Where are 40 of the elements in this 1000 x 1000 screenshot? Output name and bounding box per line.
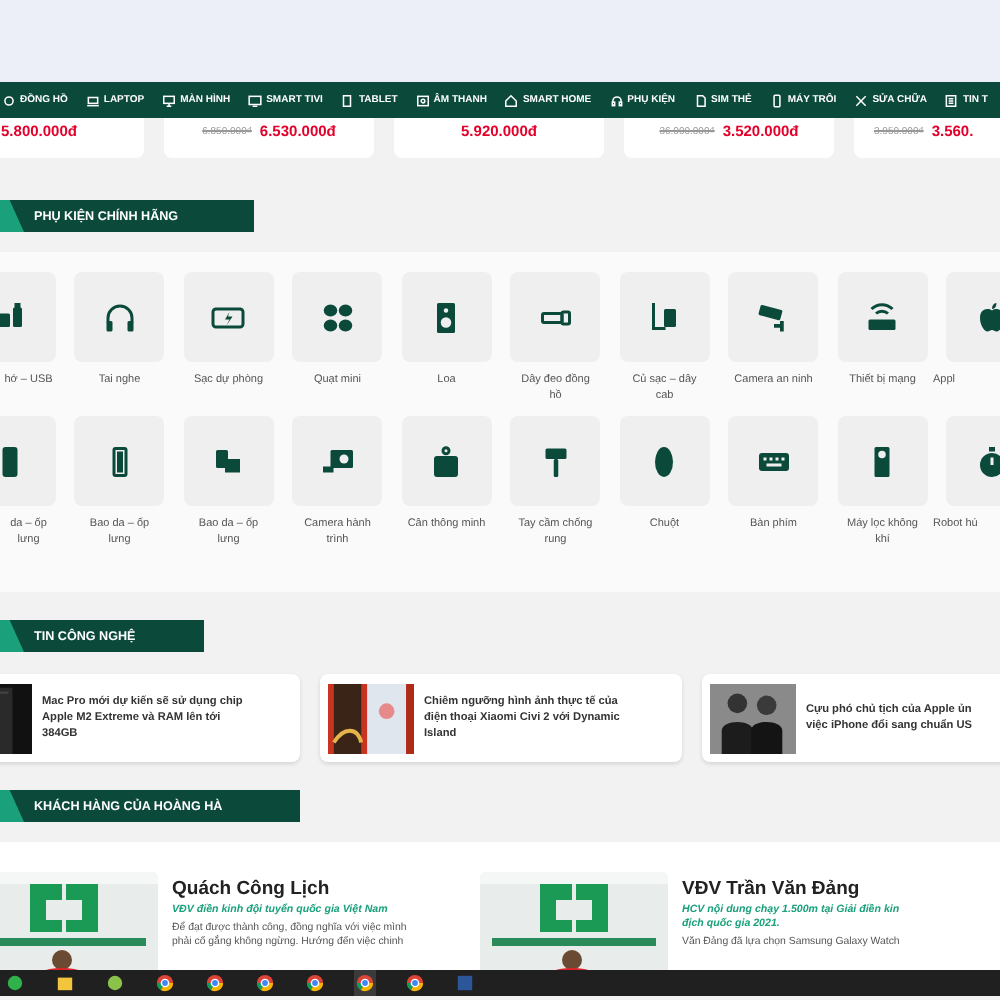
tv-icon: [248, 93, 263, 107]
fan-icon: [319, 299, 356, 335]
headset-icon: [609, 93, 624, 107]
headphones-icon: [101, 299, 138, 335]
category-tile[interactable]: [837, 272, 928, 362]
category-tile[interactable]: [619, 272, 710, 362]
sim-card-icon: [693, 93, 708, 107]
category-tile[interactable]: [401, 416, 492, 506]
customer-name: Quách Công Lịch: [172, 878, 332, 900]
app-icon[interactable]: [4, 970, 26, 996]
category-tile[interactable]: [183, 416, 274, 506]
category-tile[interactable]: [292, 416, 383, 506]
category-tile[interactable]: [74, 416, 165, 506]
category-tile[interactable]: [619, 416, 710, 506]
browser-icon[interactable]: [154, 970, 176, 996]
watch-icon: [2, 93, 16, 107]
category-tile[interactable]: [510, 272, 601, 362]
news-icon: [944, 93, 959, 107]
browser-icon[interactable]: [254, 970, 276, 996]
speaker-icon: [415, 93, 430, 107]
category-tile[interactable]: [510, 416, 601, 506]
house-icon: [504, 93, 519, 107]
app-icon[interactable]: [104, 970, 126, 996]
category-tile[interactable]: [837, 416, 928, 506]
phone-icon: [769, 93, 784, 107]
tablet-icon: [340, 93, 355, 107]
category-tile[interactable]: [74, 272, 165, 362]
browser-icon[interactable]: [204, 970, 226, 996]
router-icon: [864, 299, 901, 335]
category-tile[interactable]: [728, 416, 819, 506]
category-tile[interactable]: [401, 272, 492, 362]
laptop-icon: [85, 93, 100, 107]
customer-name: VĐV Trần Văn Đảng: [682, 878, 862, 900]
browser-icon[interactable]: [404, 970, 426, 996]
category-tile[interactable]: [183, 272, 274, 362]
browser-icon[interactable]: [304, 970, 326, 996]
monitor-icon: [162, 93, 177, 107]
category-tile[interactable]: [292, 272, 383, 362]
browser-icon[interactable]: [354, 970, 376, 996]
category-tile[interactable]: [728, 272, 819, 362]
